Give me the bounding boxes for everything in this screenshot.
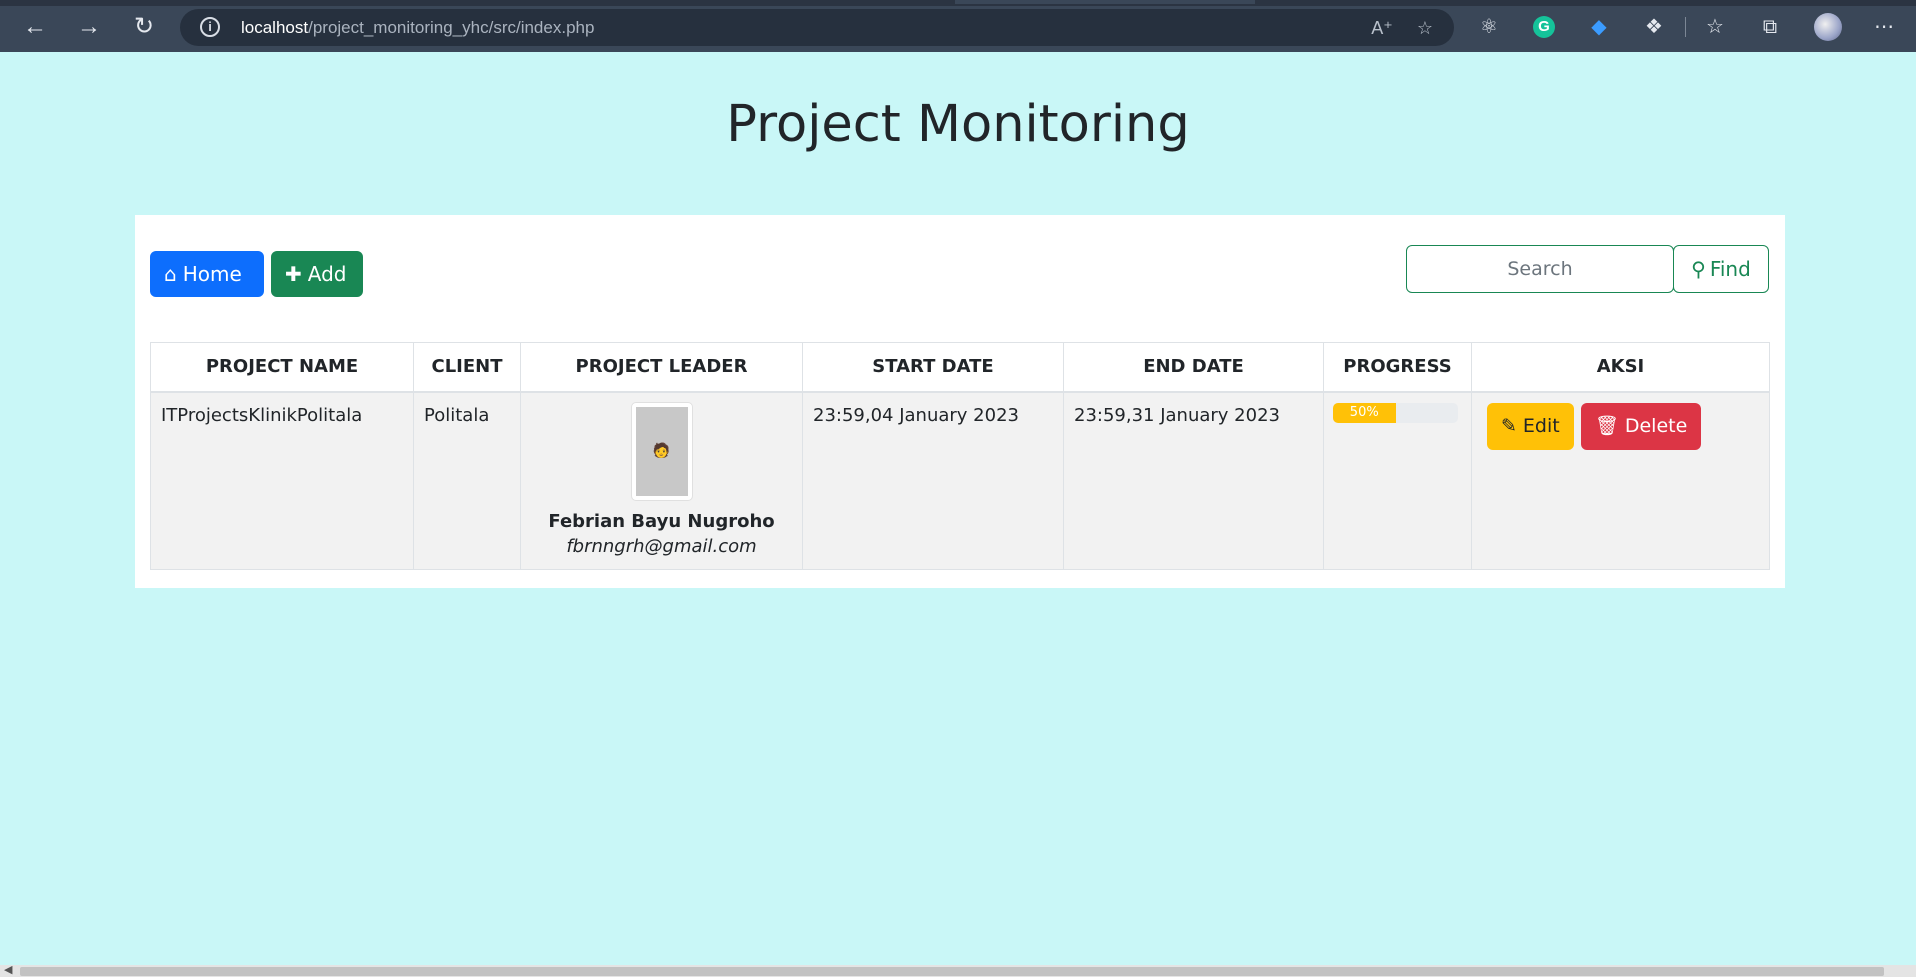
home-button-label: Home bbox=[182, 262, 242, 286]
table-header-row: PROJECT NAME CLIENT PROJECT LEADER START… bbox=[150, 342, 1770, 393]
edit-icon: ✎ bbox=[1501, 414, 1517, 437]
header-client[interactable]: CLIENT bbox=[413, 342, 521, 393]
forward-icon[interactable]: → bbox=[74, 12, 104, 42]
refresh-icon[interactable]: ↻ bbox=[129, 12, 159, 42]
progress-cell: 50% bbox=[1323, 391, 1472, 570]
header-progress[interactable]: PROGRESS bbox=[1323, 342, 1472, 393]
url-path: /project_monitoring_yhc/src/index.php bbox=[308, 18, 595, 37]
scrollbar-thumb[interactable] bbox=[20, 967, 1884, 976]
search-icon: ⚲ bbox=[1691, 257, 1706, 281]
progress-fill: 50% bbox=[1333, 402, 1396, 423]
client-cell: Politala bbox=[413, 391, 521, 570]
edit-button-label: Edit bbox=[1522, 414, 1560, 437]
leader-email: fbrnngrh@gmail.com bbox=[566, 535, 757, 557]
content-panel: ⌂Home ✚Add ⚲Find PROJECT NAME CLIENT PRO… bbox=[135, 215, 1785, 588]
scroll-left-icon[interactable]: ◀ bbox=[4, 963, 12, 976]
leader-name: Febrian Bayu Nugroho bbox=[548, 510, 775, 532]
leader-photo: 🧑 bbox=[631, 402, 692, 500]
project-leader-cell: 🧑 Febrian Bayu Nugroho fbrnngrh@gmail.co… bbox=[520, 391, 803, 570]
progress-bar: 50% bbox=[1333, 402, 1458, 423]
page-title: Project Monitoring bbox=[726, 95, 1190, 154]
end-date-cell: 23:59,31 January 2023 bbox=[1063, 391, 1324, 570]
add-button[interactable]: ✚ Add bbox=[271, 251, 363, 297]
url-text[interactable]: localhost/project_monitoring_yhc/src/ind… bbox=[241, 18, 594, 38]
table-row: ITProjectsKlinikPolitala Politala 🧑 Febr… bbox=[150, 391, 1770, 570]
delete-button[interactable]: 🗑 Delete bbox=[1580, 402, 1702, 450]
read-aloud-icon[interactable]: A⁺ bbox=[1370, 16, 1394, 40]
grammarly-icon[interactable]: G bbox=[1533, 16, 1555, 38]
plus-icon: ✚ bbox=[285, 262, 302, 286]
back-icon[interactable]: ← bbox=[20, 12, 50, 42]
start-date-cell: 23:59,04 January 2023 bbox=[802, 391, 1064, 570]
projects-table: PROJECT NAME CLIENT PROJECT LEADER START… bbox=[150, 342, 1770, 570]
collections-icon[interactable]: ⧉ bbox=[1756, 13, 1784, 41]
header-aksi[interactable]: AKSI bbox=[1471, 342, 1770, 393]
react-devtools-icon[interactable]: ⚛ bbox=[1475, 13, 1503, 41]
toolbar-divider bbox=[1685, 17, 1686, 37]
address-bar[interactable]: i localhost/project_monitoring_yhc/src/i… bbox=[180, 9, 1454, 46]
find-button[interactable]: ⚲ Find bbox=[1673, 245, 1769, 293]
home-button[interactable]: ⌂ Home bbox=[150, 251, 264, 297]
project-name-cell: ITProjectsKlinikPolitala bbox=[150, 391, 414, 570]
profile-avatar[interactable] bbox=[1814, 13, 1842, 41]
edit-button[interactable]: ✎ Edit bbox=[1487, 402, 1574, 450]
search-input[interactable] bbox=[1406, 245, 1674, 293]
header-project-name[interactable]: PROJECT NAME bbox=[150, 342, 414, 393]
active-tab-hint[interactable] bbox=[955, 0, 1255, 4]
browser-toolbar: ← → ↻ i localhost/project_monitoring_yhc… bbox=[0, 0, 1916, 52]
header-start-date[interactable]: START DATE bbox=[802, 342, 1064, 393]
delete-button-label: Delete bbox=[1624, 414, 1688, 437]
tab-strip bbox=[0, 0, 1916, 6]
find-button-label: Find bbox=[1709, 257, 1751, 281]
favorite-add-icon[interactable]: ☆ bbox=[1413, 16, 1437, 40]
horizontal-scrollbar[interactable]: ◀ bbox=[0, 963, 1916, 977]
more-icon[interactable]: ⋯ bbox=[1870, 13, 1898, 41]
aksi-cell: ✎ Edit 🗑 Delete bbox=[1471, 391, 1770, 570]
header-end-date[interactable]: END DATE bbox=[1063, 342, 1324, 393]
url-host: localhost bbox=[241, 18, 309, 37]
trash-icon: 🗑 bbox=[1594, 414, 1619, 437]
home-icon: ⌂ bbox=[164, 262, 177, 286]
extensions-icon[interactable]: ❖ bbox=[1640, 13, 1668, 41]
person-icon: 🧑 bbox=[652, 443, 671, 459]
add-button-label: Add bbox=[307, 262, 347, 286]
drop-extension-icon[interactable]: ◆ bbox=[1585, 13, 1613, 41]
header-project-leader[interactable]: PROJECT LEADER bbox=[520, 342, 803, 393]
favorites-icon[interactable]: ☆ bbox=[1701, 13, 1729, 41]
info-icon[interactable]: i bbox=[200, 17, 220, 37]
